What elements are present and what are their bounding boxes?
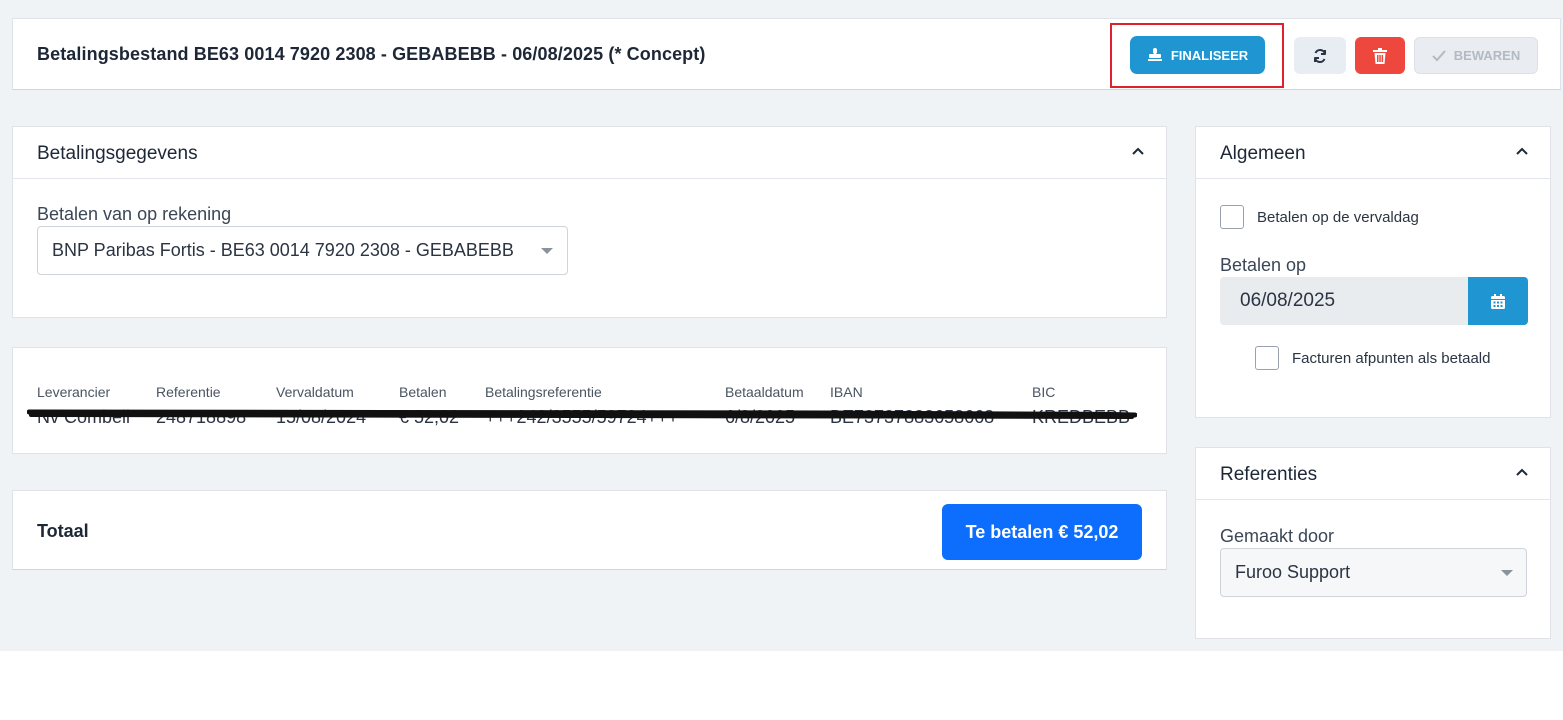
col-bic: BIC [1032, 384, 1056, 400]
references-card: Referenties Gemaakt door Furoo Support [1195, 447, 1551, 639]
mark-paid-checkbox[interactable] [1255, 346, 1279, 370]
refresh-icon [1314, 48, 1326, 63]
finalize-label: FINALISEER [1170, 47, 1249, 63]
created-by-select[interactable]: Furoo Support [1220, 548, 1527, 597]
page-title: Betalingsbestand BE63 0014 7920 2308 - G… [37, 44, 706, 64]
col-due-date: Vervaldatum [276, 384, 354, 400]
calendar-icon [1491, 293, 1505, 309]
pay-on-date-input[interactable]: 06/08/2025 [1220, 277, 1468, 325]
account-select[interactable]: BNP Paribas Fortis - BE63 0014 7920 2308… [37, 226, 568, 275]
account-select-value: BNP Paribas Fortis - BE63 0014 7920 2308… [52, 240, 514, 260]
pay-on-label: Betalen op [1220, 255, 1307, 275]
col-amount: Betalen [399, 384, 447, 400]
payments-table-card: Leverancier Referentie Vervaldatum Betal… [12, 347, 1167, 454]
created-by-label: Gemaakt door [1220, 526, 1335, 546]
created-by-value: Furoo Support [1235, 562, 1351, 582]
col-payment-date: Betaaldatum [725, 384, 804, 400]
account-label: Betalen van op rekening [37, 204, 232, 224]
refresh-button[interactable] [1294, 37, 1346, 74]
pay-on-due-checkbox[interactable] [1220, 205, 1244, 229]
chevron-up-icon[interactable] [1516, 468, 1528, 476]
general-title: Algemeen [1220, 143, 1306, 164]
general-header[interactable]: Algemeen [1196, 127, 1550, 179]
chevron-up-icon[interactable] [1516, 147, 1528, 155]
page-header: Betalingsbestand BE63 0014 7920 2308 - G… [12, 18, 1561, 90]
trash-icon [1373, 47, 1387, 64]
calendar-button[interactable] [1468, 277, 1528, 325]
payment-details-header[interactable]: Betalingsgegevens [13, 127, 1166, 179]
finalize-button[interactable]: FINALISEER [1130, 36, 1265, 74]
to-pay-button[interactable]: Te betalen € 52,02 [942, 504, 1142, 560]
payment-details-title: Betalingsgegevens [37, 143, 198, 164]
total-label: Totaal [37, 521, 89, 541]
pay-on-date-value: 06/08/2025 [1240, 290, 1336, 311]
payment-details-card: Betalingsgegevens Betalen van op rekenin… [12, 126, 1167, 318]
check-icon [1432, 49, 1446, 61]
col-reference: Referentie [156, 384, 221, 400]
delete-button[interactable] [1355, 37, 1405, 74]
stamp-icon [1147, 48, 1162, 61]
references-title: Referenties [1220, 464, 1318, 485]
general-card: Algemeen Betalen op de vervaldag Betalen… [1195, 126, 1551, 418]
mark-paid-label: Facturen afpunten als betaald [1292, 350, 1491, 367]
total-card: Totaal Te betalen € 52,02 [12, 490, 1167, 570]
references-header[interactable]: Referenties [1196, 448, 1550, 500]
col-iban: IBAN [830, 384, 863, 400]
caret-down-icon [1501, 570, 1513, 576]
save-button[interactable]: BEWAREN [1414, 37, 1538, 74]
chevron-up-icon[interactable] [1132, 147, 1144, 155]
caret-down-icon [541, 248, 553, 254]
redaction-scribble [27, 409, 1137, 419]
col-supplier: Leverancier [37, 384, 111, 400]
pay-on-due-label: Betalen op de vervaldag [1257, 209, 1419, 226]
save-label: BEWAREN [1453, 48, 1521, 63]
col-payment-reference: Betalingsreferentie [485, 384, 602, 400]
